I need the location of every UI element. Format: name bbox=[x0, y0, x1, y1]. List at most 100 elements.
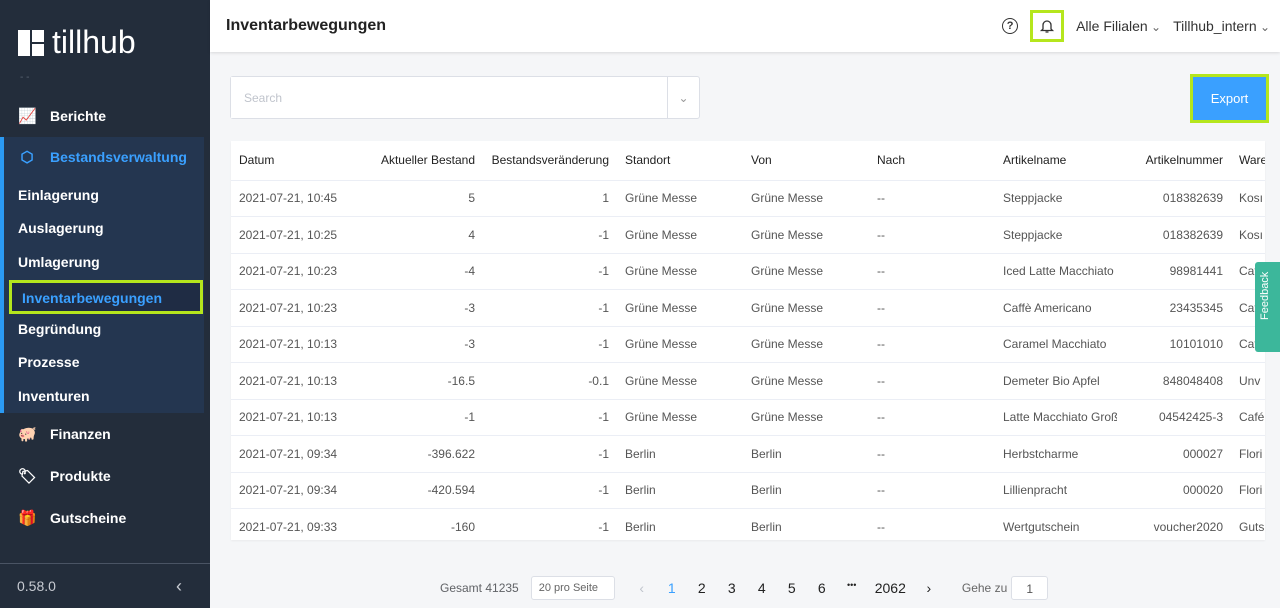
account-dropdown[interactable]: Tillhub_intern bbox=[1173, 18, 1270, 34]
sidebar-item-gutscheine[interactable]: 🎁 Gutscheine bbox=[0, 498, 204, 538]
ellipsis[interactable]: ••• bbox=[845, 580, 859, 596]
sidebar-sub-auslagerung[interactable]: Auslagerung bbox=[18, 220, 104, 236]
goto-input[interactable]: 1 bbox=[1011, 576, 1049, 600]
column-header[interactable]: Artikelname bbox=[995, 141, 1117, 181]
table-cell: Grüne Messe bbox=[743, 289, 869, 327]
column-header[interactable]: Bestandsveränderung bbox=[483, 141, 617, 181]
table-cell: Caffè Americano bbox=[995, 289, 1117, 327]
sidebar-sub-prozesse[interactable]: Prozesse bbox=[18, 354, 79, 370]
search-input[interactable] bbox=[231, 77, 667, 118]
table-cell: Berlin bbox=[617, 472, 743, 509]
table-cell: -3 bbox=[361, 289, 483, 327]
page-size-select[interactable]: 20 pro Seite bbox=[530, 576, 615, 600]
chevron-down-icon[interactable]: ⌄ bbox=[667, 77, 699, 118]
table-cell: Caramel Macchiato bbox=[995, 326, 1117, 363]
page-3[interactable]: 3 bbox=[725, 580, 739, 596]
logo-text: tillhub bbox=[52, 24, 136, 60]
table-cell: Grüne Messe bbox=[743, 253, 869, 290]
divider: - - bbox=[20, 72, 30, 83]
table-row[interactable]: 2021-07-21, 10:13 -1 -1 Grüne Messe Grüne Me… bbox=[231, 399, 1265, 436]
sidebar-sub-begruendung[interactable]: Begründung bbox=[18, 321, 101, 337]
table-cell: Grüne Messe bbox=[743, 326, 869, 363]
table-row[interactable]: 2021-07-21, 10:13 -16.5 -0.1 Grüne Messe Grü… bbox=[231, 362, 1265, 400]
table-cell: -1 bbox=[483, 216, 617, 254]
table-cell: -- bbox=[869, 399, 995, 436]
page-2062[interactable]: 2062 bbox=[875, 580, 906, 596]
table-cell: Flori bbox=[1231, 435, 1265, 473]
column-header[interactable]: Nach bbox=[869, 141, 995, 181]
table-cell: Steppjacke bbox=[995, 180, 1117, 217]
table-row[interactable]: 2021-07-21, 10:13 -3 -1 Grüne Messe Grüne Me… bbox=[231, 326, 1265, 363]
table-cell: -- bbox=[869, 362, 995, 400]
table-cell: Grüne Messe bbox=[743, 216, 869, 254]
table-row[interactable]: 2021-07-21, 10:23 -4 -1 Grüne Messe Grüne Me… bbox=[231, 253, 1265, 290]
collapse-chevron-icon[interactable]: ‹ bbox=[176, 576, 182, 597]
logo-icon bbox=[18, 29, 44, 56]
export-button[interactable]: Export bbox=[1193, 77, 1266, 120]
table-cell: 10101010 bbox=[1117, 326, 1231, 363]
label: Bestandsverwaltung bbox=[50, 149, 187, 165]
table-cell: 2021-07-21, 09:34 bbox=[231, 435, 361, 473]
table-cell: Grüne Messe bbox=[743, 399, 869, 436]
table-cell: Grüne Messe bbox=[617, 362, 743, 400]
inventory-table: Datum Aktueller Bestand Bestandsveränderun… bbox=[231, 141, 1265, 540]
table-cell: -1 bbox=[361, 399, 483, 436]
total-count: Gesamt 41235 bbox=[440, 581, 519, 595]
sidebar-sub-inventarbewegungen[interactable]: Inventarbewegungen bbox=[9, 280, 203, 314]
sidebar-item-bestandsverwaltung[interactable]: ⬡ Bestandsverwaltung bbox=[0, 137, 204, 177]
page-4[interactable]: 4 bbox=[755, 580, 769, 596]
page-size-value: 20 pro Seite bbox=[538, 582, 599, 594]
pagination: Gesamt 41235 20 pro Seite ‹ 1 2 3 4 5 6 ••• 206… bbox=[440, 576, 1049, 600]
table-cell: -- bbox=[869, 435, 995, 473]
sidebar-sub-inventuren[interactable]: Inventuren bbox=[18, 388, 90, 404]
sidebar-item-produkte[interactable]: 🏷 Produkte bbox=[0, 456, 204, 496]
sidebar-item-finanzen[interactable]: 🐖 Finanzen bbox=[0, 414, 204, 454]
help-icon[interactable]: ? bbox=[1002, 18, 1019, 34]
table-cell: Grüne Messe bbox=[743, 180, 869, 217]
bell-icon[interactable] bbox=[1030, 10, 1065, 42]
column-header[interactable]: Datum bbox=[231, 141, 361, 181]
prev-page-icon[interactable]: ‹ bbox=[635, 580, 649, 596]
table-row[interactable]: 2021-07-21, 10:25 4 -1 Grüne Messe Grüne Mes… bbox=[231, 216, 1265, 254]
feedback-tab[interactable]: Feedback bbox=[1255, 262, 1280, 352]
column-header[interactable]: Ware bbox=[1231, 141, 1265, 181]
table-cell: -1 bbox=[483, 399, 617, 436]
table-row[interactable]: 2021-07-21, 09:34 -396.622 -1 Berlin Berlin -… bbox=[231, 435, 1265, 473]
table-cell: 23435345 bbox=[1117, 289, 1231, 327]
table-cell: 2021-07-21, 10:23 bbox=[231, 289, 361, 327]
page-1[interactable]: 1 bbox=[665, 580, 679, 596]
table-row[interactable]: 2021-07-21, 10:23 -3 -1 Grüne Messe Grüne Me… bbox=[231, 289, 1265, 327]
column-header[interactable]: Aktueller Bestand bbox=[361, 141, 483, 181]
table-cell: 2021-07-21, 10:13 bbox=[231, 362, 361, 400]
sidebar-sub-einlagerung[interactable]: Einlagerung bbox=[18, 187, 99, 203]
column-header[interactable]: Standort bbox=[617, 141, 743, 181]
feedback-label: Feedback bbox=[1259, 271, 1271, 320]
page-2[interactable]: 2 bbox=[695, 580, 709, 596]
table-cell: -3 bbox=[361, 326, 483, 363]
column-header[interactable]: Artikelnummer bbox=[1117, 141, 1231, 181]
table-cell: 2021-07-21, 10:25 bbox=[231, 216, 361, 254]
table-row[interactable]: 2021-07-21, 09:33 -160 -1 Berlin Berlin -- Wer… bbox=[231, 508, 1265, 540]
column-header[interactable]: Von bbox=[743, 141, 869, 181]
logo[interactable]: tillhub bbox=[18, 24, 136, 61]
table-cell: Demeter Bio Apfel bbox=[995, 362, 1117, 400]
table-cell: Wertgutschein bbox=[995, 508, 1117, 540]
table-cell: -- bbox=[869, 289, 995, 327]
table-cell: Grüne Messe bbox=[617, 253, 743, 290]
table-cell: 98981441 bbox=[1117, 253, 1231, 290]
sidebar-item-berichte[interactable]: 📈 Berichte bbox=[0, 96, 204, 136]
branch-dropdown[interactable]: Alle Filialen bbox=[1076, 18, 1161, 34]
sidebar-sub-umlagerung[interactable]: Umlagerung bbox=[18, 254, 100, 270]
header: Inventarbewegungen ? Alle Filialen Tillh… bbox=[210, 0, 1280, 52]
table-row[interactable]: 2021-07-21, 10:45 5 1 Grüne Messe Grüne Mess… bbox=[231, 180, 1265, 217]
next-page-icon[interactable]: › bbox=[922, 580, 936, 596]
table-cell: -1 bbox=[483, 508, 617, 540]
table-cell: 018382639 bbox=[1117, 180, 1231, 217]
table-row[interactable]: 2021-07-21, 09:34 -420.594 -1 Berlin Berlin -… bbox=[231, 472, 1265, 509]
table-cell: 1 bbox=[483, 180, 617, 217]
page-6[interactable]: 6 bbox=[815, 580, 829, 596]
page-5[interactable]: 5 bbox=[785, 580, 799, 596]
label: Produkte bbox=[50, 468, 111, 484]
sidebar-group-bestandsverwaltung: ⬡ Bestandsverwaltung Einlagerung Auslager… bbox=[0, 137, 204, 413]
search-box: ⌄ bbox=[230, 76, 700, 119]
